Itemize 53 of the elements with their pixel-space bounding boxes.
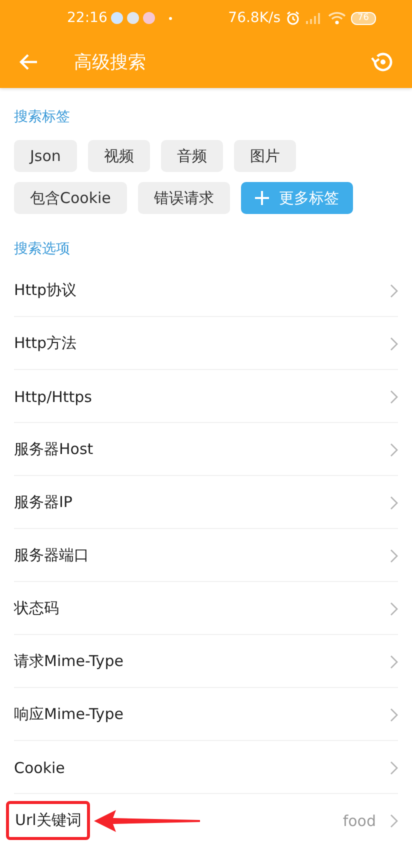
section-title: 搜索标签 — [13, 108, 71, 127]
tag-chip[interactable]: Json — [14, 140, 77, 172]
chevron-icon — [390, 336, 398, 350]
option-label: 状态码 — [14, 599, 59, 618]
option-row[interactable]: Http方法 — [0, 317, 412, 370]
signal-icon — [304, 11, 323, 25]
option-row[interactable]: Url关键词 food — [0, 794, 412, 847]
option-row[interactable]: 服务器IP — [0, 476, 412, 529]
option-row[interactable]: Http协议 — [0, 264, 412, 317]
chevron-icon — [390, 602, 398, 616]
tag-chip[interactable]: 包含Cookie — [14, 182, 127, 214]
tag-chip[interactable]: 图片 — [234, 140, 296, 172]
option-label: 服务器端口 — [14, 546, 89, 565]
chevron-icon — [390, 760, 398, 774]
notification-dot-icon — [169, 16, 172, 20]
option-label: Http协议 — [14, 281, 77, 300]
option-label: 响应Mime-Type — [14, 705, 124, 724]
highlighted-label: Url关键词 — [6, 801, 90, 840]
page-title: 高级搜索 — [74, 51, 146, 74]
option-row[interactable]: 状态码 — [0, 582, 412, 635]
battery-level: 76 — [350, 12, 376, 24]
option-row[interactable]: 服务器Host — [0, 423, 412, 476]
status-time: 22:16 — [67, 10, 108, 26]
option-label: 请求Mime-Type — [14, 652, 124, 671]
tag-chip[interactable]: 视频 — [88, 140, 150, 172]
option-row[interactable]: Http/Https — [0, 370, 412, 423]
wifi-icon — [326, 11, 347, 25]
option-label: Cookie — [14, 758, 65, 776]
app-icon — [143, 12, 156, 24]
option-label: 服务器Host — [14, 440, 94, 459]
option-row[interactable]: 响应Mime-Type — [0, 688, 412, 741]
chevron-icon — [390, 390, 398, 404]
chevron-icon — [390, 496, 398, 510]
option-row[interactable]: 服务器端口 — [0, 529, 412, 582]
option-label: 服务器IP — [14, 493, 72, 512]
alarm-icon — [284, 10, 301, 26]
tag-chip[interactable]: 音频 — [160, 140, 223, 172]
chevron-icon — [390, 442, 398, 456]
option-row[interactable]: 请求Mime-Type — [0, 635, 412, 688]
chevron-icon — [390, 708, 398, 722]
chevron-icon — [390, 284, 398, 298]
tag-chip[interactable]: 错误请求 — [138, 182, 230, 214]
option-row[interactable]: Cookie — [0, 741, 412, 794]
option-label: Http方法 — [14, 334, 77, 353]
option-value: food — [342, 812, 376, 830]
chevron-icon — [390, 814, 398, 828]
network-speed: 76.8K/s — [228, 10, 281, 26]
option-label: Http/Https — [14, 388, 92, 406]
section-title: 搜索选项 — [13, 240, 71, 259]
chevron-icon — [390, 548, 398, 562]
chevron-icon — [390, 654, 398, 668]
app-icon — [127, 12, 140, 24]
plus-icon — [254, 191, 269, 205]
